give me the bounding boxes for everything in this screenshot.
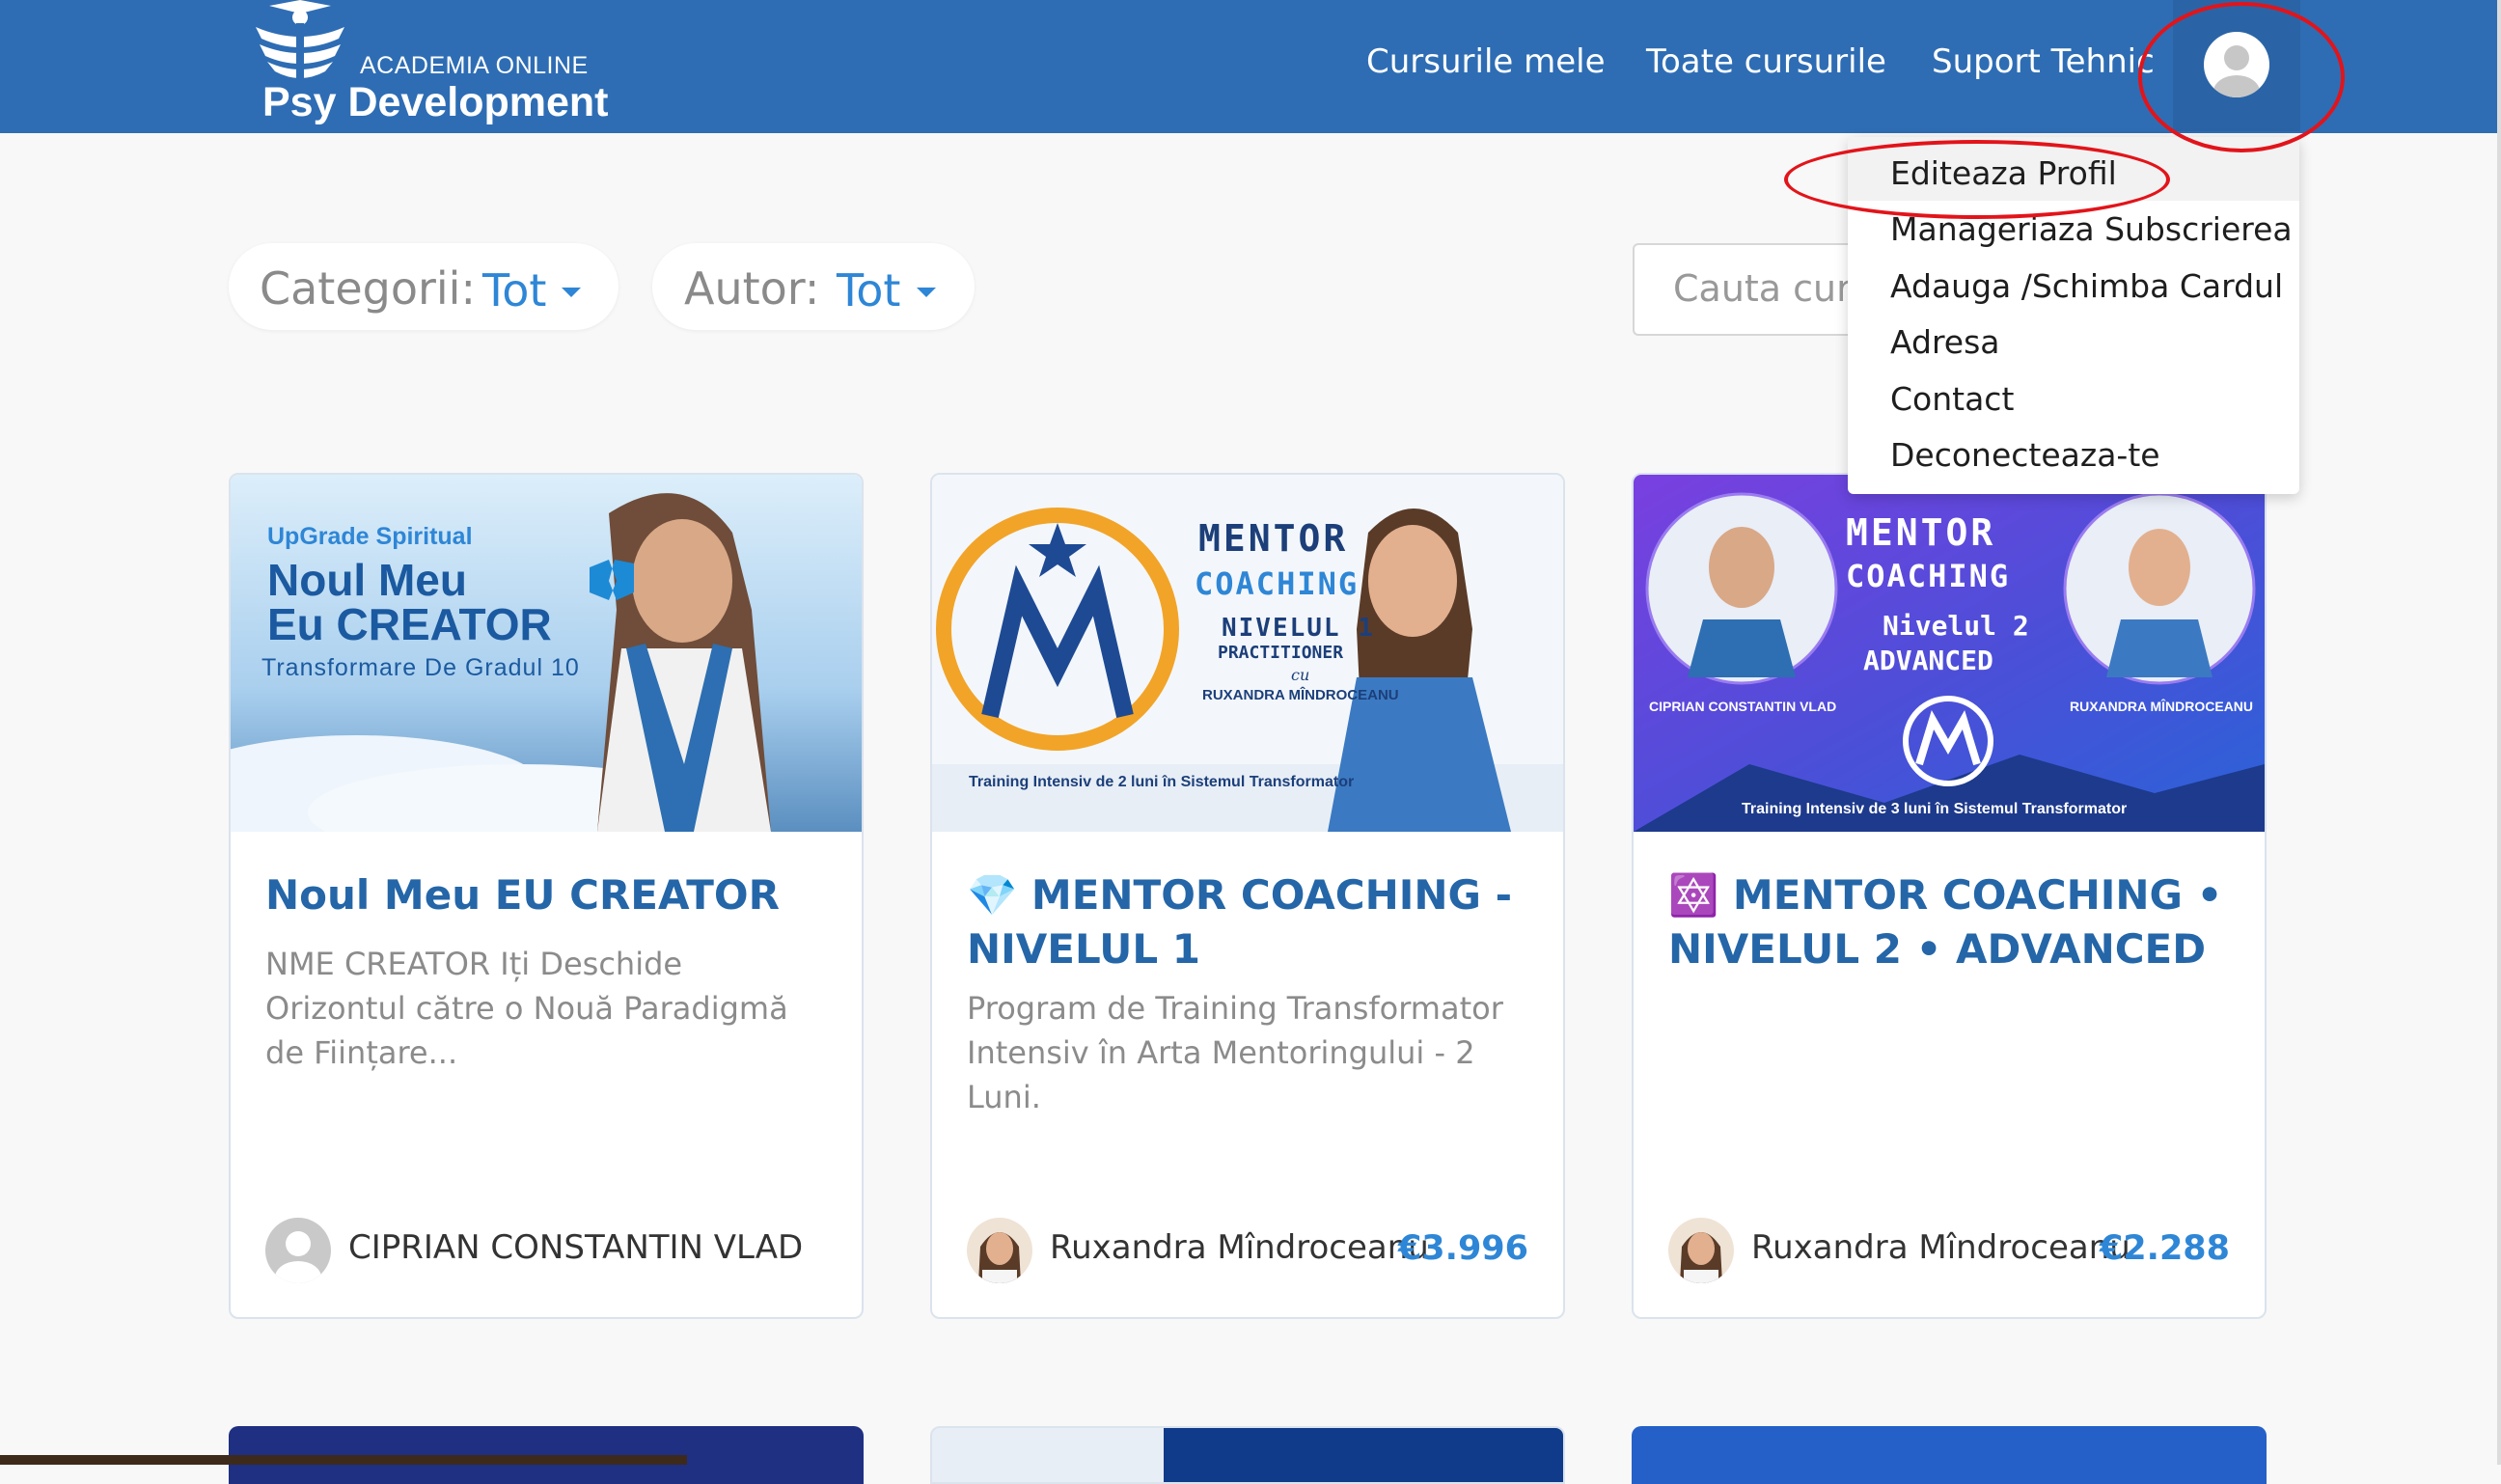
banner-line1: MENTOR	[1846, 511, 1996, 554]
logo-mark-icon	[256, 0, 344, 81]
banner-line1: Noul Meu	[267, 555, 467, 605]
menu-logout[interactable]: Deconecteaza-te	[1890, 436, 2160, 474]
banner-tag: UpGrade Spiritual	[267, 523, 473, 550]
course-title[interactable]: Noul Meu EU CREATOR	[265, 868, 835, 922]
course-card[interactable]: UpGrade Spiritual Noul Meu Eu CREATOR Tr…	[229, 473, 864, 1319]
menu-add-change-card[interactable]: Adauga /Schimba Cardul	[1890, 267, 2283, 305]
window-edge	[2497, 0, 2501, 1465]
banner-line2: COACHING	[1846, 558, 2011, 594]
banner-name-left: CIPRIAN CONSTANTIN VLAD	[1649, 699, 1837, 714]
category-filter-value[interactable]: Tot	[482, 264, 546, 316]
banner-line1: MENTOR	[1198, 517, 1349, 560]
course-title[interactable]: 💎 MENTOR COACHING - NIVELUL 1	[967, 868, 1536, 976]
course-price: €2.288	[2099, 1229, 2230, 1268]
course-banner-image[interactable]: MENTOR COACHING NIVELUL 1 PRACTITIONER c…	[932, 475, 1563, 832]
nav-my-courses[interactable]: Cursurile mele	[1366, 42, 1606, 81]
course-banner-image[interactable]: UpGrade Spiritual Noul Meu Eu CREATOR Tr…	[231, 475, 862, 832]
author-filter-value[interactable]: Tot	[837, 264, 900, 316]
user-dropdown-menu: Editeaza Profil Manageriaza Subscrierea …	[1848, 137, 2299, 494]
banner-line3: Nivelul 2	[1883, 610, 2029, 642]
course-price: €3.996	[1397, 1229, 1528, 1268]
category-filter-label: Categorii:	[260, 262, 476, 315]
banner-line5: cu	[1291, 666, 1310, 684]
menu-edit-profile[interactable]: Editeaza Profil	[1890, 154, 2117, 192]
video-progress-bar	[0, 1455, 687, 1465]
author-avatar	[1668, 1218, 1734, 1283]
course-card-partial[interactable]	[930, 1426, 1565, 1484]
banner-name-right: RUXANDRA MÎNDROCEANU	[2070, 699, 2254, 714]
banner-line2: Eu CREATOR	[267, 599, 552, 649]
chevron-down-icon	[917, 288, 936, 297]
menu-address[interactable]: Adresa	[1890, 323, 2000, 361]
banner-line4: ADVANCED	[1863, 645, 1993, 676]
banner-line3: Transformare De Gradul 10	[261, 654, 580, 681]
course-description: Program de Training Transformator Intens…	[967, 990, 1503, 1115]
author-filter-label: Autor:	[684, 262, 820, 315]
course-search[interactable]	[1633, 243, 1868, 336]
search-input[interactable]	[1671, 266, 1868, 311]
logo-title: Psy Development	[262, 79, 609, 125]
logo-subtitle: ACADEMIA ONLINE	[360, 52, 589, 79]
author-avatar	[265, 1218, 331, 1283]
author-name: CIPRIAN CONSTANTIN VLAD	[348, 1228, 804, 1267]
course-title[interactable]: 🔯 MENTOR COACHING • NIVELUL 2 • ADVANCED	[1668, 868, 2238, 976]
banner-footer: Training Intensiv de 2 luni în Sistemul …	[969, 774, 1355, 790]
user-avatar-icon	[2204, 32, 2269, 97]
category-filter[interactable]: Categorii: Tot	[229, 243, 618, 330]
author-avatar	[967, 1218, 1032, 1283]
course-description: NME CREATOR Iți Deschide Orizontul către…	[265, 946, 788, 1071]
banner-footer: Training Intensiv de 3 luni în Sistemul …	[1742, 801, 2128, 817]
banner-line6: RUXANDRA MÎNDROCEANU	[1202, 687, 1399, 703]
menu-contact[interactable]: Contact	[1890, 380, 2014, 418]
author-filter[interactable]: Autor: Tot	[652, 243, 975, 330]
site-logo[interactable]: ACADEMIA ONLINE Psy Development	[246, 0, 608, 133]
course-card[interactable]: MENTOR COACHING Nivelul 2 ADVANCED CIPRI…	[1632, 473, 2267, 1319]
banner-line2: COACHING	[1195, 565, 1360, 602]
author-name: Ruxandra Mîndroceanu	[1751, 1228, 2130, 1267]
chevron-down-icon	[562, 288, 581, 297]
course-banner-image[interactable]: MENTOR COACHING Nivelul 2 ADVANCED CIPRI…	[1634, 475, 2265, 832]
banner-line4: PRACTITIONER	[1218, 643, 1344, 663]
nav-all-courses[interactable]: Toate cursurile	[1646, 42, 1886, 81]
author-name: Ruxandra Mîndroceanu	[1050, 1228, 1429, 1267]
banner-line3: NIVELUL 1	[1222, 614, 1375, 643]
top-header: ACADEMIA ONLINE Psy Development Cursuril…	[0, 0, 2497, 133]
course-card[interactable]: MENTOR COACHING NIVELUL 1 PRACTITIONER c…	[930, 473, 1565, 1319]
menu-manage-subscription[interactable]: Manageriaza Subscrierea	[1890, 210, 2293, 248]
course-card-partial[interactable]	[1632, 1426, 2267, 1484]
user-menu-button[interactable]	[2173, 0, 2300, 131]
nav-tech-support[interactable]: Suport Tehnic	[1932, 42, 2155, 81]
